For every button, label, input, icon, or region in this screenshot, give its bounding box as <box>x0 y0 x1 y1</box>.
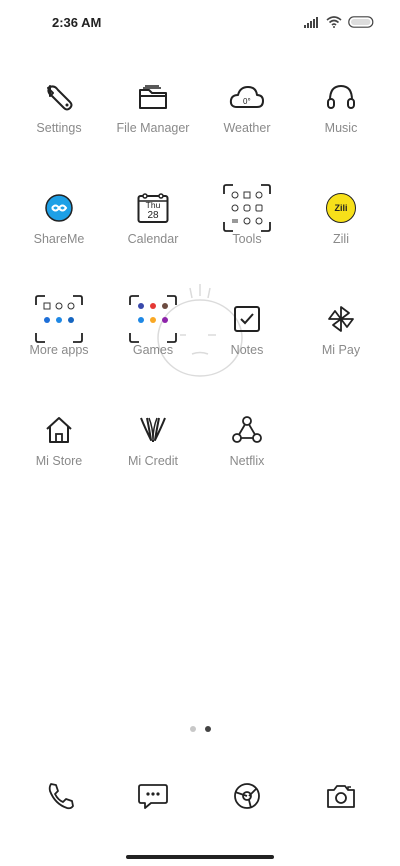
calendar-icon: Thu 28 <box>126 181 180 235</box>
folder-more-apps-icon <box>32 292 86 346</box>
app-weather[interactable]: 0° Weather <box>197 60 297 170</box>
app-label: Zili <box>333 232 349 246</box>
cloud-icon: 0° <box>220 70 274 124</box>
netflix-icon <box>220 403 274 457</box>
app-settings[interactable]: Settings <box>9 60 109 170</box>
page-dot-active[interactable] <box>204 726 211 732</box>
app-label: Notes <box>230 343 264 357</box>
folder-icon <box>126 70 180 124</box>
app-label: Calendar <box>127 232 179 246</box>
app-label: Settings <box>36 121 82 135</box>
headphones-icon <box>314 70 368 124</box>
app-label: Tools <box>232 232 262 246</box>
app-label: File Manager <box>116 121 190 135</box>
browser-icon <box>234 783 260 809</box>
camera-icon <box>327 785 355 808</box>
status-time: 2:36 AM <box>52 15 102 30</box>
dock <box>0 770 400 822</box>
app-label: Mi Store <box>35 454 83 468</box>
app-label: Weather <box>223 121 271 135</box>
status-bar: 2:36 AM <box>0 0 400 44</box>
house-icon <box>32 403 86 457</box>
app-notes[interactable]: Notes <box>197 282 297 392</box>
battery-icon <box>348 16 374 28</box>
folder-games-icon <box>126 292 180 346</box>
pinwheel-icon <box>314 292 368 346</box>
dock-camera[interactable] <box>315 770 367 822</box>
app-calendar[interactable]: Thu 28 Calendar <box>103 171 203 281</box>
dock-browser[interactable] <box>221 770 273 822</box>
app-mi-pay[interactable]: Mi Pay <box>291 282 391 392</box>
app-shareme[interactable]: ShareMe <box>9 171 109 281</box>
app-label: More apps <box>29 343 89 357</box>
folder-tools-icon <box>220 181 274 235</box>
app-mi-store[interactable]: Mi Store <box>9 393 109 503</box>
status-icons <box>304 16 374 28</box>
app-music[interactable]: Music <box>291 60 391 170</box>
home-indicator[interactable] <box>126 855 274 859</box>
zili-badge: Zili <box>334 203 348 213</box>
app-label: Mi Pay <box>321 343 361 357</box>
page-indicator <box>0 726 400 732</box>
svg-text:0°: 0° <box>243 97 251 106</box>
dock-phone[interactable] <box>33 770 85 822</box>
app-netflix[interactable]: Netflix <box>197 393 297 503</box>
folder-games[interactable]: Games <box>103 282 203 392</box>
notes-icon <box>220 292 274 346</box>
wifi-icon <box>326 16 342 28</box>
messages-icon <box>138 784 168 809</box>
app-file-manager[interactable]: File Manager <box>103 60 203 170</box>
app-mi-credit[interactable]: Mi Credit <box>103 393 203 503</box>
shareme-icon <box>32 181 86 235</box>
folder-more-apps[interactable]: More apps <box>9 282 109 392</box>
app-label: Music <box>324 121 358 135</box>
app-zili[interactable]: Zili Zili <box>291 171 391 281</box>
app-label: Mi Credit <box>127 454 178 468</box>
calendar-day: Thu <box>145 200 161 210</box>
wrench-icon <box>32 70 86 124</box>
signal-icon <box>304 16 318 28</box>
app-label: Games <box>132 343 174 357</box>
calendar-date: 28 <box>147 210 159 221</box>
mi-credit-icon <box>126 403 180 457</box>
folder-tools[interactable]: Tools <box>197 171 297 281</box>
zili-icon: Zili <box>314 181 368 235</box>
phone-icon <box>48 783 74 810</box>
dock-messages[interactable] <box>127 770 179 822</box>
page-dot[interactable] <box>189 726 196 732</box>
app-label: ShareMe <box>33 232 85 246</box>
app-label: Netflix <box>229 454 265 468</box>
